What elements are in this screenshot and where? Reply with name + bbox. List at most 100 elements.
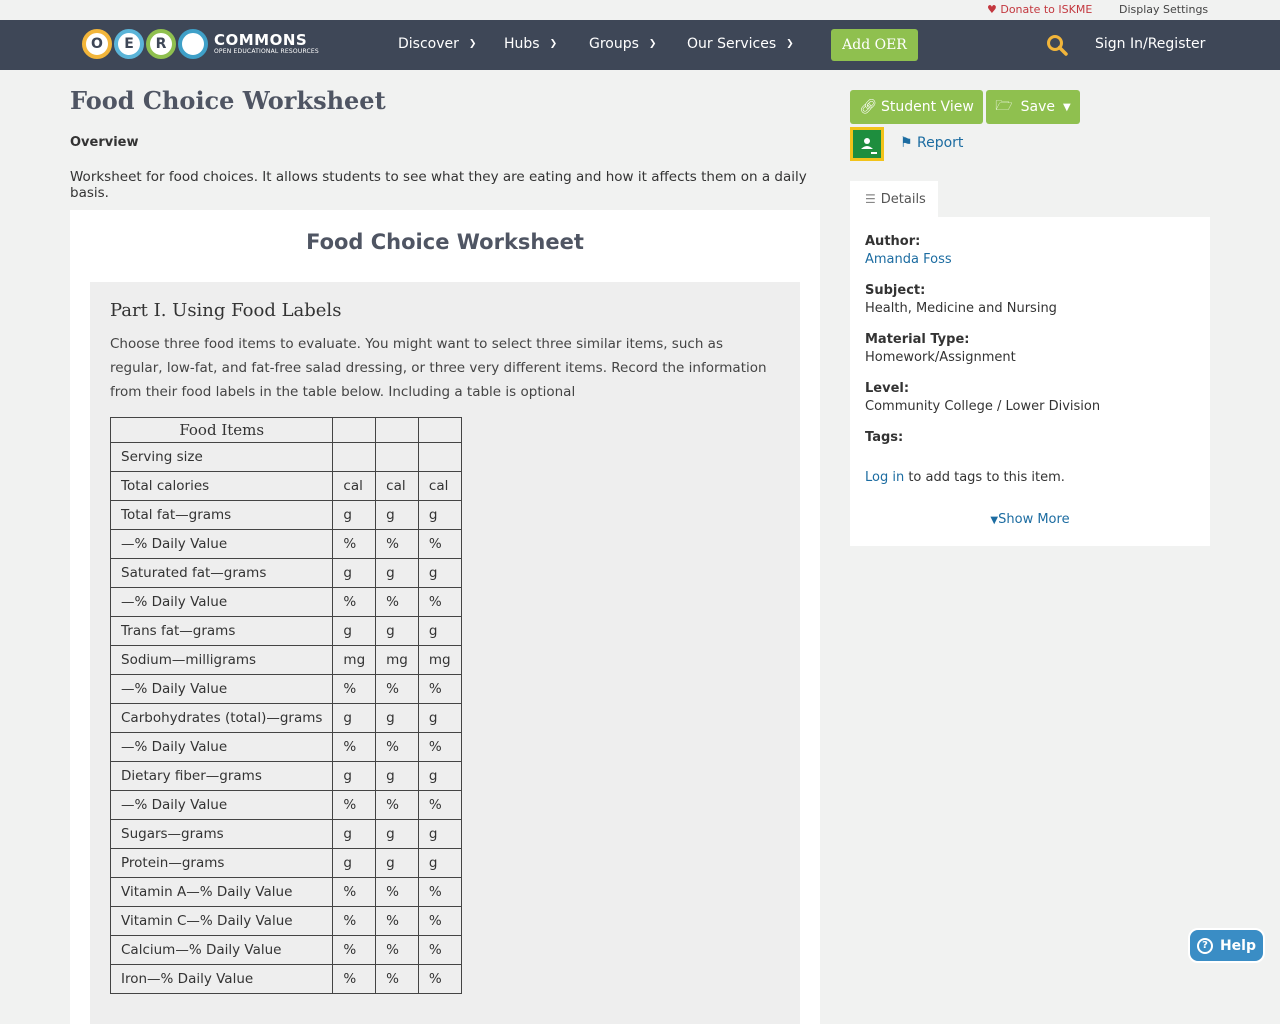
nutrient-unit-cell: %: [375, 935, 419, 965]
oer-commons-logo[interactable]: O E R COMMONS OPEN EDUCATIONAL RESOURCES: [82, 26, 319, 62]
nutrient-name: Sugars—grams: [109, 819, 334, 849]
nutrient-unit-cell: %: [417, 906, 462, 936]
table-header-cell: [332, 417, 377, 443]
help-button[interactable]: ? Help: [1188, 928, 1265, 963]
nutrient-name: Protein—grams: [109, 848, 334, 878]
nutrient-unit-cell: [375, 442, 419, 472]
subject-value: Health, Medicine and Nursing: [865, 301, 1057, 316]
nutrient-unit-cell: %: [332, 587, 377, 617]
nav-groups[interactable]: Groups ❯: [589, 36, 656, 52]
nutrient-unit-cell: g: [375, 500, 419, 530]
main-navbar: O E R COMMONS OPEN EDUCATIONAL RESOURCES…: [0, 20, 1280, 70]
sign-in-register-link[interactable]: Sign In/Register: [1095, 36, 1205, 52]
nutrient-unit-cell: %: [332, 906, 377, 936]
table-header-food-items: Food Items: [109, 417, 334, 443]
table-row: Protein—grams g g g: [109, 848, 462, 878]
nutrient-unit-cell: g: [332, 558, 377, 588]
table-row: Total fat—grams g g g: [109, 500, 462, 530]
table-row: Iron—% Daily Value%%%: [109, 964, 462, 994]
nutrient-unit-cell: g: [332, 848, 377, 878]
nutrient-unit-cell: g: [332, 819, 377, 849]
table-row: —% Daily Value%%%: [109, 587, 462, 617]
nutrient-unit-cell: %: [375, 587, 419, 617]
chevron-down-icon: ▼: [990, 515, 999, 526]
nutrient-name: —% Daily Value: [109, 529, 334, 559]
nutrient-unit-cell: %: [375, 790, 419, 820]
nutrient-unit-cell: g: [332, 616, 377, 646]
nutrient-unit-cell: %: [417, 877, 462, 907]
display-settings-link[interactable]: Display Settings: [1119, 3, 1208, 16]
nutrient-unit-cell: mg: [332, 645, 377, 675]
table-row: Vitamin C—% Daily Value%%%: [109, 906, 462, 936]
list-icon: ☰: [865, 192, 876, 206]
add-oer-button[interactable]: Add OER: [831, 29, 918, 61]
nutrient-name: Serving size: [109, 442, 334, 472]
material-type-value: Homework/Assignment: [865, 350, 1016, 365]
nutrient-unit-cell: %: [375, 906, 419, 936]
nutrient-name: Dietary fiber—grams: [109, 761, 334, 791]
nutrient-unit-cell: %: [332, 732, 377, 762]
chevron-down-icon: ❯: [786, 39, 794, 49]
nutrient-unit-cell: %: [417, 964, 462, 994]
logo-circle-o: O: [82, 29, 112, 59]
content-title: Food Choice Worksheet: [306, 230, 584, 254]
nutrient-unit-cell: g: [375, 761, 419, 791]
nutrient-unit-cell: g: [332, 761, 377, 791]
nutrient-unit-cell: %: [332, 529, 377, 559]
nav-our-services[interactable]: Our Services ❯: [687, 36, 794, 52]
nutrient-unit-cell: g: [417, 848, 462, 878]
table-header-cell: [375, 417, 419, 443]
nav-discover[interactable]: Discover ❯: [398, 36, 476, 52]
logo-circle-r: R: [146, 29, 176, 59]
logo-wordmark-small: OPEN EDUCATIONAL RESOURCES: [214, 48, 319, 55]
tab-details[interactable]: ☰ Details: [850, 181, 938, 217]
nutrient-name: Total fat—grams: [109, 500, 334, 530]
table-row: Sodium—milligrams mg mg mg: [109, 645, 462, 675]
author-label: Author:: [865, 234, 921, 249]
nutrient-name: Calcium—% Daily Value: [109, 935, 334, 965]
nutrient-name: —% Daily Value: [109, 674, 334, 704]
search-icon[interactable]: [1046, 34, 1068, 56]
logo-wordmark-big: COMMONS: [214, 31, 308, 49]
report-link[interactable]: ⚑ Report: [900, 135, 963, 151]
overview-text: Worksheet for food choices. It allows st…: [70, 169, 807, 201]
nutrient-unit-cell: %: [375, 732, 419, 762]
table-row: Serving size: [109, 442, 462, 472]
author-link[interactable]: Amanda Foss: [865, 252, 952, 267]
nutrient-unit-cell: [332, 442, 377, 472]
login-link[interactable]: Log in: [865, 470, 904, 485]
logo-circle-e: E: [114, 29, 144, 59]
show-more-link[interactable]: ▼Show More: [850, 512, 1210, 527]
nutrient-name: Total calories: [109, 471, 334, 501]
chevron-down-icon: ❯: [549, 39, 558, 49]
nutrient-unit-cell: g: [417, 500, 462, 530]
nutrient-unit-cell: %: [417, 732, 462, 762]
google-classroom-icon[interactable]: [850, 127, 884, 161]
part-instructions: Choose three food items to evaluate. You…: [110, 336, 767, 400]
nutrient-name: Sodium—milligrams: [109, 645, 334, 675]
nav-our-services-label: Our Services: [687, 36, 777, 52]
table-row: Total calories cal cal cal: [109, 471, 462, 501]
nutrient-unit-cell: %: [332, 935, 377, 965]
help-label: Help: [1219, 937, 1257, 954]
nutrient-unit-cell: g: [417, 819, 462, 849]
nav-hubs[interactable]: Hubs ❯: [504, 36, 557, 52]
nutrient-name: Trans fat—grams: [109, 616, 334, 646]
level-label: Level:: [865, 381, 910, 396]
table-row: Vitamin A—% Daily Value%%%: [109, 877, 462, 907]
details-panel: Author: Amanda Foss Subject: Health, Med…: [850, 217, 1210, 546]
nutrient-unit-cell: %: [332, 790, 377, 820]
nav-hubs-label: Hubs: [504, 36, 540, 52]
nutrient-unit-cell: %: [332, 964, 377, 994]
utility-bar: ♥ Donate to ISKME Display Settings: [0, 0, 1280, 20]
student-view-button[interactable]: 🔗︎ Student View: [850, 90, 983, 124]
worksheet-section: Part I. Using Food Labels Choose three f…: [90, 282, 800, 1024]
nutrient-unit-cell: mg: [375, 645, 419, 675]
donate-link[interactable]: ♥ Donate to ISKME: [987, 3, 1092, 16]
show-more-label: Show More: [998, 512, 1070, 527]
save-button[interactable]: 🗁︎ Save ▼: [986, 90, 1080, 124]
nutrient-unit-cell: %: [417, 790, 462, 820]
nutrient-name: Iron—% Daily Value: [109, 964, 334, 994]
nutrient-unit-cell: %: [417, 935, 462, 965]
table-row: Calcium—% Daily Value%%%: [109, 935, 462, 965]
